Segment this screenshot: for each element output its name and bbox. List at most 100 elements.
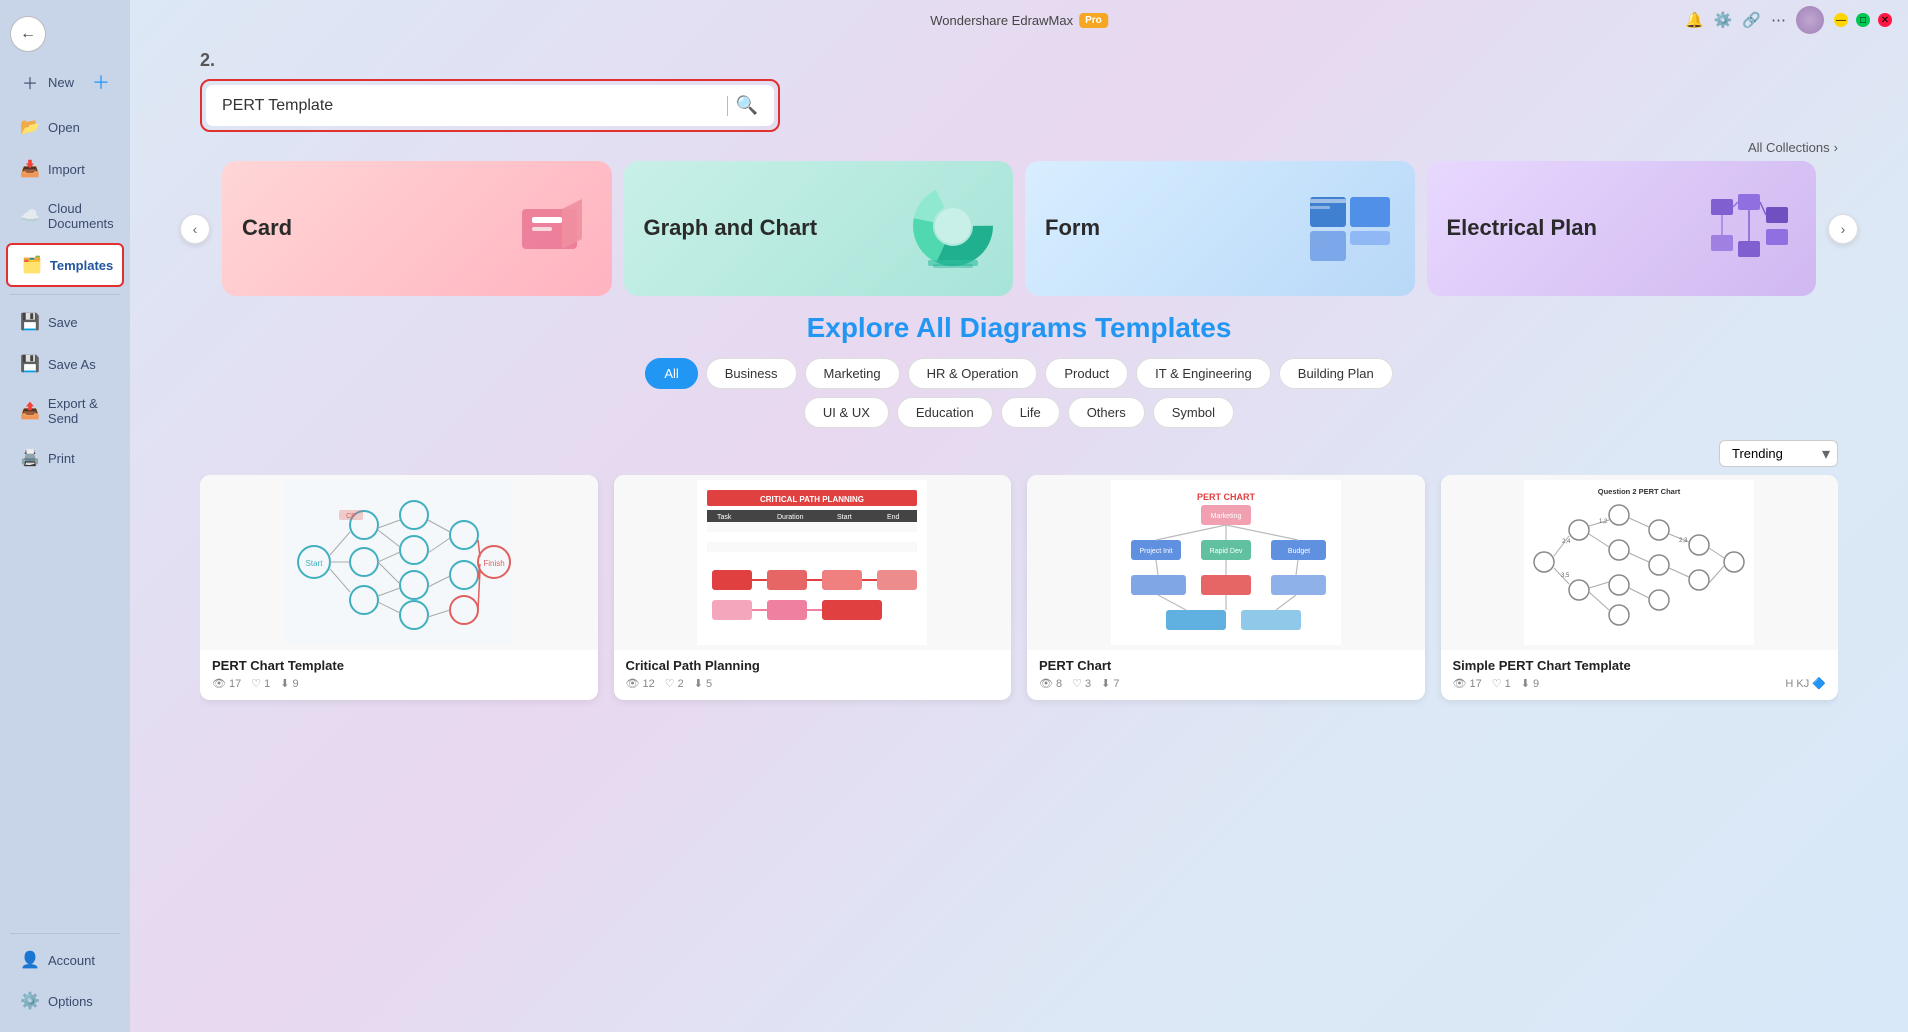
sidebar-item-options[interactable]: ⚙️ Options: [6, 981, 124, 1021]
sort-row: Trending Newest Most Popular: [200, 436, 1838, 475]
template-grid: Start Finish: [200, 475, 1838, 720]
form-illustration: [1305, 189, 1395, 269]
svg-text:Project Init: Project Init: [1139, 548, 1172, 555]
sidebar-item-save[interactable]: 💾 Save: [6, 302, 124, 342]
filter-product[interactable]: Product: [1045, 358, 1128, 389]
options-icon: ⚙️: [20, 991, 40, 1011]
back-button[interactable]: ←: [10, 16, 46, 52]
search-input[interactable]: [222, 97, 719, 115]
template-card-2[interactable]: CRITICAL PATH PLANNING Task Duration Sta…: [614, 475, 1012, 700]
template-name-2: Critical Path Planning: [626, 658, 1000, 673]
sidebar-item-print[interactable]: 🖨️ Print: [6, 438, 124, 478]
more-icon[interactable]: ⋯: [1771, 11, 1786, 29]
card-label: Card: [242, 215, 292, 241]
svg-text:CRITICAL PATH PLANNING: CRITICAL PATH PLANNING: [760, 495, 864, 504]
share-icon[interactable]: 🔗: [1742, 11, 1761, 29]
category-card-electrical[interactable]: Electrical Plan: [1427, 161, 1817, 296]
template-info-3: PERT Chart 👁 8 ♡ 3 ⬇ 7: [1027, 650, 1425, 700]
collections-arrow: ›: [1834, 140, 1838, 155]
search-box: 🔍: [206, 85, 774, 126]
sort-select[interactable]: Trending Newest Most Popular: [1719, 440, 1838, 467]
settings-icon[interactable]: ⚙️: [1714, 11, 1733, 29]
graph-illustration: [903, 184, 993, 274]
svg-text:Start: Start: [837, 514, 852, 521]
svg-text:Task: Task: [717, 514, 732, 521]
filter-others[interactable]: Others: [1068, 397, 1145, 428]
save-icon: 💾: [20, 312, 40, 332]
filter-it[interactable]: IT & Engineering: [1136, 358, 1271, 389]
filter-symbol[interactable]: Symbol: [1153, 397, 1234, 428]
category-cards: ‹ Card Graph and Chart: [160, 161, 1878, 296]
all-collections-link[interactable]: All Collections ›: [1748, 140, 1838, 155]
filter-all[interactable]: All: [645, 358, 697, 389]
step-label: 2.: [200, 50, 1838, 71]
explore-title: Explore All Diagrams Templates: [200, 312, 1838, 344]
svg-text:2,4: 2,4: [1562, 539, 1571, 545]
filter-marketing[interactable]: Marketing: [805, 358, 900, 389]
svg-text:Start: Start: [305, 559, 323, 568]
topbar-right: 🔔 ⚙️ 🔗 ⋯ — □ ✕: [1685, 6, 1892, 34]
topbar: Wondershare EdrawMax Pro 🔔 ⚙️ 🔗 ⋯ — □ ✕: [130, 0, 1908, 40]
template-info-2: Critical Path Planning 👁 12 ♡ 2 ⬇ 5: [614, 650, 1012, 700]
saveas-icon: 💾: [20, 354, 40, 374]
filter-life[interactable]: Life: [1001, 397, 1060, 428]
notification-icon[interactable]: 🔔: [1685, 11, 1704, 29]
sidebar-divider-2: [10, 933, 120, 934]
svg-text:Question 2 PERT Chart: Question 2 PERT Chart: [1598, 487, 1681, 496]
svg-text:PERT CHART: PERT CHART: [1197, 492, 1256, 502]
template-card-1[interactable]: Start Finish: [200, 475, 598, 700]
minimize-button[interactable]: —: [1834, 13, 1848, 27]
category-card-card[interactable]: Card: [222, 161, 612, 296]
search-icon[interactable]: 🔍: [736, 95, 758, 116]
sidebar-item-templates[interactable]: 🗂️ Templates: [6, 243, 124, 287]
template-thumb-2: CRITICAL PATH PLANNING Task Duration Sta…: [614, 475, 1012, 650]
template-info-4: Simple PERT Chart Template 👁 17 ♡ 1 ⬇ 9 …: [1441, 650, 1839, 700]
filter-building[interactable]: Building Plan: [1279, 358, 1393, 389]
template-meta-2: 👁 12 ♡ 2 ⬇ 5: [626, 677, 1000, 690]
close-button[interactable]: ✕: [1878, 13, 1892, 27]
new-icon: ＋: [20, 70, 40, 94]
svg-text:3,5: 3,5: [1561, 573, 1570, 579]
template-meta-4: 👁 17 ♡ 1 ⬇ 9 H KJ 🔷: [1453, 677, 1827, 690]
sidebar-item-open[interactable]: 📂 Open: [6, 107, 124, 147]
maximize-button[interactable]: □: [1856, 13, 1870, 27]
next-arrow[interactable]: ›: [1828, 214, 1858, 244]
filter-education[interactable]: Education: [897, 397, 993, 428]
svg-text:2,3: 2,3: [1679, 538, 1688, 544]
svg-text:1,2: 1,2: [1599, 519, 1608, 525]
template-card-3[interactable]: PERT CHART Marketing Project Init Rapid …: [1027, 475, 1425, 700]
sort-wrapper: Trending Newest Most Popular: [1719, 440, 1838, 467]
sidebar-item-export[interactable]: 📤 Export & Send: [6, 386, 124, 436]
filter-business[interactable]: Business: [706, 358, 797, 389]
filter-pills: All Business Marketing HR & Operation Pr…: [200, 358, 1838, 389]
sidebar-item-cloud[interactable]: ☁️ Cloud Documents: [6, 191, 124, 241]
template-thumb-3: PERT CHART Marketing Project Init Rapid …: [1027, 475, 1425, 650]
downloads-2: ⬇ 5: [694, 677, 712, 690]
template-name-1: PERT Chart Template: [212, 658, 586, 673]
prev-arrow[interactable]: ‹: [180, 214, 210, 244]
category-card-form[interactable]: Form: [1025, 161, 1415, 296]
sidebar-item-account[interactable]: 👤 Account: [6, 940, 124, 980]
filter-hr[interactable]: HR & Operation: [908, 358, 1038, 389]
user-avatar[interactable]: [1796, 6, 1824, 34]
filter-pills-row2: UI & UX Education Life Others Symbol: [200, 397, 1838, 428]
search-box-wrapper: 🔍: [200, 79, 780, 132]
category-card-graph[interactable]: Graph and Chart: [624, 161, 1014, 296]
search-section: 2. 🔍: [160, 40, 1878, 132]
sidebar-item-new[interactable]: ＋ New ＋: [6, 59, 124, 105]
template-card-4[interactable]: Question 2 PERT Chart: [1441, 475, 1839, 700]
downloads-4: ⬇ 9: [1521, 677, 1539, 690]
likes-1: ♡ 1: [251, 677, 270, 690]
sidebar-item-import[interactable]: 📥 Import: [6, 149, 124, 189]
svg-text:CP: CP: [346, 513, 356, 520]
svg-text:Marketing: Marketing: [1210, 513, 1241, 520]
template-thumb-1: Start Finish: [200, 475, 598, 650]
sidebar-divider-1: [10, 294, 120, 295]
graph-label: Graph and Chart: [644, 215, 818, 241]
collections-label: All Collections: [1748, 140, 1830, 155]
pro-badge: Pro: [1079, 13, 1108, 28]
filter-uiux[interactable]: UI & UX: [804, 397, 889, 428]
svg-text:End: End: [887, 514, 900, 521]
sidebar-item-saveas[interactable]: 💾 Save As: [6, 344, 124, 384]
likes-2: ♡ 2: [665, 677, 684, 690]
